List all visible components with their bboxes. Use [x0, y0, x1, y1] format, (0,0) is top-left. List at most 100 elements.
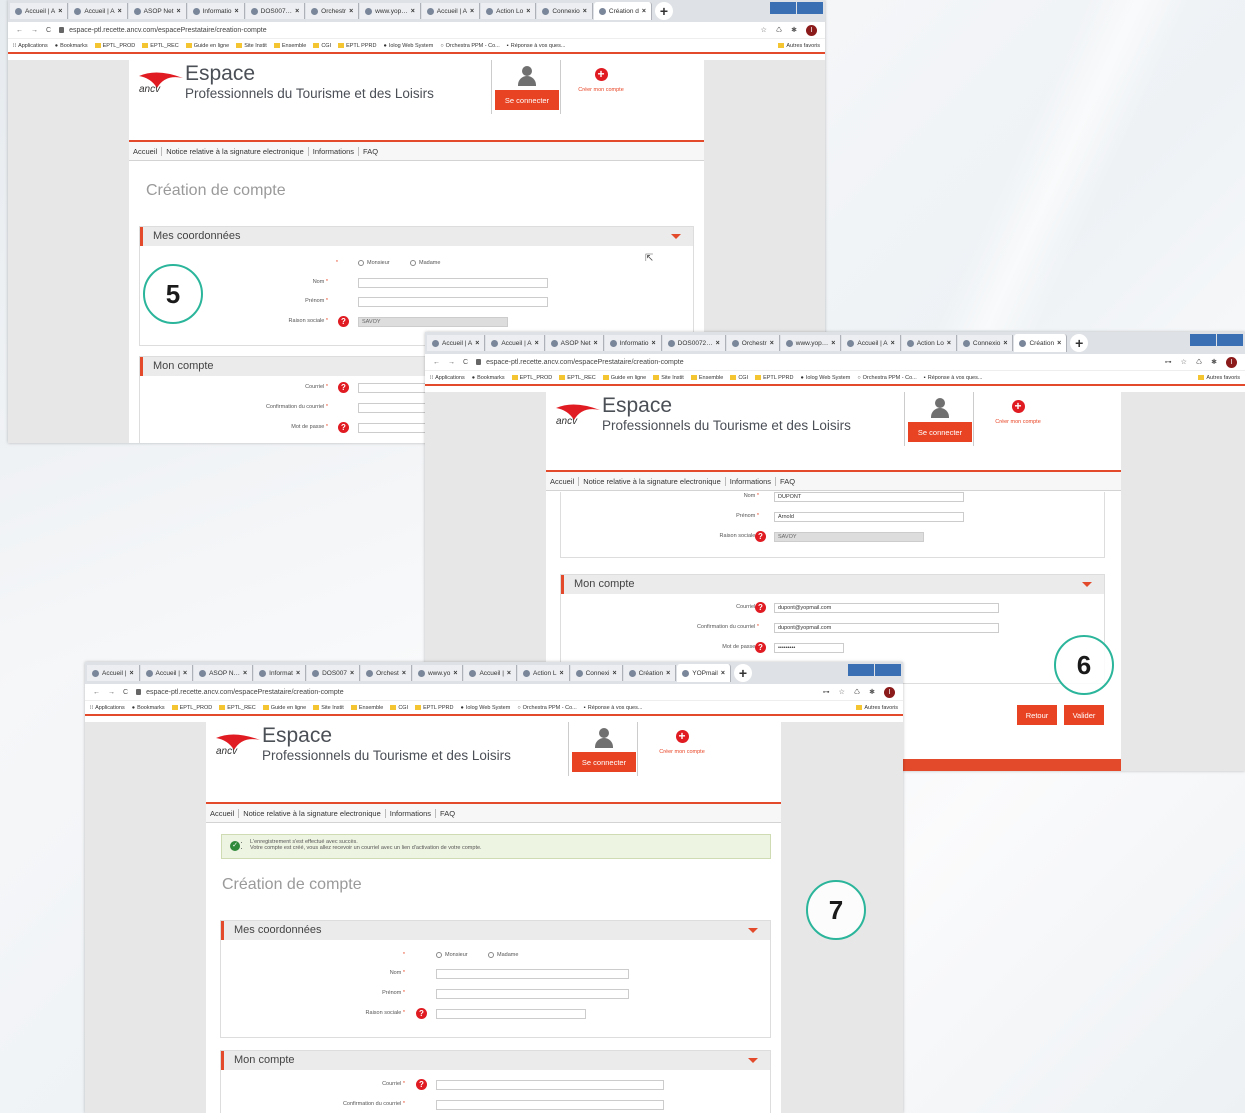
close-tab-icon[interactable]: ×	[411, 8, 415, 15]
puzzle-icon[interactable]: ✱	[869, 688, 875, 696]
nom-field[interactable]	[358, 278, 548, 288]
prenom-field[interactable]	[436, 989, 629, 999]
close-tab-icon[interactable]: ×	[947, 340, 951, 347]
help-icon[interactable]: ?	[755, 602, 766, 613]
bookmark-item[interactable]: Guide en ligne	[262, 705, 306, 711]
close-tab-icon[interactable]: ×	[831, 340, 835, 347]
close-tab-icon[interactable]: ×	[526, 8, 530, 15]
browser-tab[interactable]: Informatio ×	[187, 3, 245, 19]
prenom-field[interactable]	[358, 297, 548, 307]
bookmark-item[interactable]: ○ Orchestra PPM - Co...	[517, 705, 576, 711]
browser-tab[interactable]: Informat ×	[254, 665, 307, 681]
radio-madame[interactable]: Madame	[410, 260, 440, 266]
back-icon[interactable]: ←	[433, 359, 440, 366]
close-tab-icon[interactable]: ×	[243, 670, 247, 677]
bookmark-item[interactable]: Ensemble	[350, 705, 383, 711]
close-tab-icon[interactable]: ×	[560, 670, 564, 677]
browser-tab[interactable]: Action Lo ×	[481, 3, 537, 19]
browser-tab[interactable]: Accueil | A ×	[427, 335, 486, 351]
key-icon[interactable]: ⊶	[823, 688, 830, 696]
create-account-link[interactable]: + Créer mon compte	[566, 68, 636, 94]
avatar[interactable]: I	[1226, 356, 1237, 368]
bookmark-item[interactable]: ○ Orchestra PPM - Co...	[857, 375, 916, 381]
section-coordinates-header[interactable]: Mes coordonnées	[140, 227, 693, 246]
nav-informations[interactable]: Informations	[726, 476, 777, 486]
help-icon[interactable]: ?	[416, 1008, 427, 1019]
close-tab-icon[interactable]: ×	[296, 670, 300, 677]
close-tab-icon[interactable]: ×	[612, 670, 616, 677]
reload-icon[interactable]: C	[46, 27, 51, 34]
browser-tab[interactable]: www.yop… ×	[780, 335, 842, 351]
browser-tab[interactable]: DOS0072… ×	[662, 335, 726, 351]
browser-tab[interactable]: Orchestr ×	[306, 3, 360, 19]
close-tab-icon[interactable]: ×	[666, 670, 670, 677]
browser-tab[interactable]: Accueil | ×	[464, 665, 518, 681]
browser-tab[interactable]: Accueil | A ×	[69, 3, 128, 19]
bookmark-item[interactable]: Guide en ligne	[185, 43, 229, 49]
close-tab-icon[interactable]: ×	[235, 8, 239, 15]
browser-tab[interactable]: DOS007 ×	[307, 665, 361, 681]
window-controls[interactable]	[770, 2, 823, 14]
browser-tab[interactable]: Connexio ×	[957, 335, 1014, 351]
browser-tab[interactable]: Action Lo ×	[901, 335, 957, 351]
help-icon[interactable]: ?	[338, 422, 349, 433]
new-tab-button[interactable]: +	[733, 664, 752, 682]
help-icon[interactable]: ?	[755, 531, 766, 542]
url-field[interactable]: espace-ptl.recette.ancv.com/espacePresta…	[59, 27, 753, 34]
close-tab-icon[interactable]: ×	[891, 340, 895, 347]
browser-tab[interactable]: ASOP Net ×	[128, 3, 187, 19]
close-tab-icon[interactable]: ×	[535, 340, 539, 347]
browser-tab[interactable]: Accueil | A ×	[421, 3, 481, 19]
new-tab-button[interactable]: +	[1070, 334, 1089, 352]
close-tab-icon[interactable]: ×	[129, 670, 133, 677]
radio-madame[interactable]: Madame	[488, 952, 518, 958]
puzzle-icon[interactable]: ✱	[791, 26, 797, 34]
nav-accueil[interactable]: Accueil	[129, 146, 163, 156]
nav-faq[interactable]: FAQ	[776, 477, 799, 486]
browser-tab[interactable]: Informatio ×	[604, 335, 662, 351]
reload-icon[interactable]: C	[123, 689, 128, 696]
close-tab-icon[interactable]: ×	[721, 670, 725, 677]
browser-tab[interactable]: Connexi ×	[570, 665, 623, 681]
bookmark-item[interactable]: ▪ Réponse à vos ques...	[924, 375, 983, 381]
browser-tab[interactable]: Accueil | A ×	[842, 335, 901, 351]
avatar[interactable]: I	[806, 24, 817, 36]
url-field[interactable]: espace-ptl.recette.ancv.com/espacePresta…	[476, 359, 1157, 366]
bookmark-item[interactable]: EPTL PPRD	[338, 43, 376, 49]
close-tab-icon[interactable]: ×	[295, 8, 299, 15]
browser-tab[interactable]: Création ×	[623, 665, 677, 681]
login-button[interactable]: Se connecter	[495, 90, 559, 110]
close-tab-icon[interactable]: ×	[652, 340, 656, 347]
courriel-field[interactable]: dupont@yopmail.com	[774, 603, 999, 613]
retour-button[interactable]: Retour	[1017, 705, 1057, 725]
bookmark-item[interactable]: ● Bookmarks	[132, 705, 165, 711]
browser-tab[interactable]: Connexio ×	[537, 3, 593, 19]
browser-tab-active[interactable]: Création d ×	[593, 2, 652, 20]
key-icon[interactable]: ⊶	[1165, 358, 1172, 366]
close-tab-icon[interactable]: ×	[770, 340, 774, 347]
close-tab-icon[interactable]: ×	[118, 8, 122, 15]
bookmark-item[interactable]: ● Iolog Web System	[383, 43, 433, 49]
radio-monsieur[interactable]: Monsieur	[436, 952, 468, 958]
close-tab-icon[interactable]: ×	[349, 8, 353, 15]
bookmark-item[interactable]: Autres favoris	[1198, 375, 1240, 381]
close-tab-icon[interactable]: ×	[583, 8, 587, 15]
valider-button[interactable]: Valider	[1064, 705, 1104, 725]
bookmark-item[interactable]: Autres favoris	[778, 43, 820, 49]
close-tab-icon[interactable]: ×	[716, 340, 720, 347]
close-tab-icon[interactable]: ×	[350, 670, 354, 677]
help-icon[interactable]: ?	[338, 316, 349, 327]
bookmark-item[interactable]: EPTL_REC	[559, 375, 596, 381]
bookmark-item[interactable]: Site Instit	[653, 375, 684, 381]
bookmark-item[interactable]: Site Instit	[236, 43, 267, 49]
extension-icon[interactable]: ♺	[854, 688, 860, 696]
bookmark-item[interactable]: Guide en ligne	[602, 375, 646, 381]
browser-tab[interactable]: ASOP Net ×	[545, 335, 604, 351]
bookmark-item[interactable]: ▪ Réponse à vos ques...	[507, 43, 566, 49]
close-tab-icon[interactable]: ×	[183, 670, 187, 677]
bookmark-item[interactable]: CGI	[313, 43, 331, 49]
help-icon[interactable]: ?	[416, 1079, 427, 1090]
bookmark-item[interactable]: ⁞⁞ Applications	[90, 705, 125, 711]
nav-notice[interactable]: Notice relative à la signature electroni…	[239, 808, 386, 818]
browser-tab[interactable]: Action L ×	[518, 665, 570, 681]
